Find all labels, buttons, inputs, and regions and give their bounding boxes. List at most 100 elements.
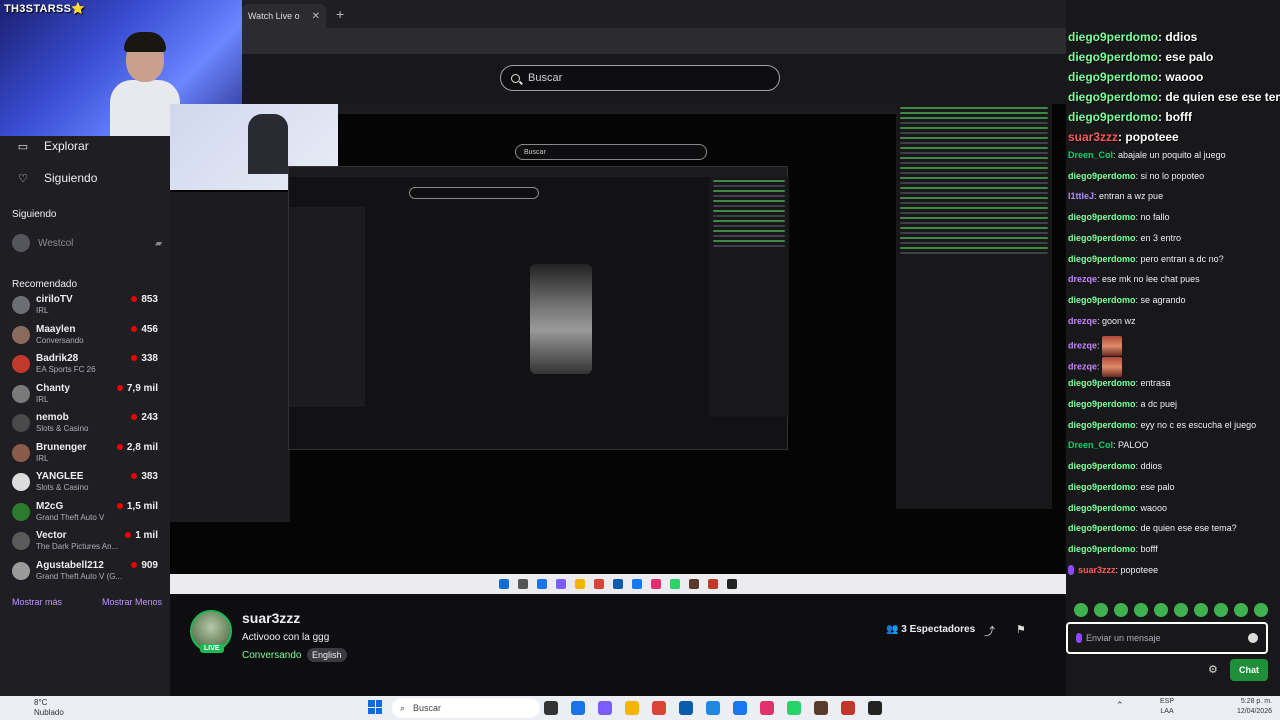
emote[interactable]: [1134, 603, 1148, 617]
emote[interactable]: [1114, 603, 1128, 617]
chat-username[interactable]: Dreen_Col: [1068, 150, 1113, 160]
taskbar-search[interactable]: ⌕ Buscar: [392, 698, 540, 718]
chat-username[interactable]: diego9perdomo: [1068, 523, 1136, 533]
chat-text: bofff: [1165, 110, 1193, 124]
whatsapp-icon[interactable]: [787, 701, 801, 715]
stream-category[interactable]: Conversando: [242, 650, 301, 661]
app-icon[interactable]: [841, 701, 855, 715]
chat-username[interactable]: diego9perdomo: [1068, 254, 1136, 264]
chat-username[interactable]: diego9perdomo: [1068, 503, 1136, 513]
chat-send-button[interactable]: Chat: [1230, 659, 1268, 681]
obs-icon[interactable]: [868, 701, 882, 715]
captured-taskbar: [170, 574, 1066, 594]
discord-icon[interactable]: [598, 701, 612, 715]
task-view-icon[interactable]: [544, 701, 558, 715]
chat-username[interactable]: diego9perdomo: [1068, 482, 1136, 492]
recommended-channel[interactable]: Maaylen Conversando 456: [12, 323, 162, 347]
recommended-channel[interactable]: YANGLEE Slots & Casino 383: [12, 470, 162, 494]
chat-username[interactable]: drezqe: [1068, 362, 1097, 372]
channel-game: Slots & Casino: [36, 483, 89, 492]
channel-name: Badrik28: [36, 353, 79, 364]
chat-text: popoteee: [1120, 564, 1159, 575]
followed-channel[interactable]: Westcol ▰: [12, 234, 162, 252]
chat-username[interactable]: diego9perdomo: [1068, 50, 1158, 64]
share-icon[interactable]: ⤴: [984, 623, 995, 639]
chat-username[interactable]: l1ttleJ: [1068, 191, 1094, 201]
app-icon[interactable]: [814, 701, 828, 715]
nested-tabbar-2: [289, 167, 787, 177]
chat-username[interactable]: diego9perdomo: [1068, 461, 1136, 471]
bell-icon[interactable]: ⚑: [1016, 623, 1026, 636]
address-bar[interactable]: [242, 28, 1066, 54]
close-tab-icon[interactable]: ✕: [312, 11, 320, 22]
streamer-name[interactable]: suar3zzz: [242, 610, 300, 626]
chat-username[interactable]: suar3zzz: [1078, 565, 1116, 575]
video-player[interactable]: Buscar: [170, 104, 1066, 594]
gear-icon[interactable]: ⚙: [1208, 663, 1218, 676]
clock-date: 12/04/2026: [1236, 708, 1272, 715]
emote[interactable]: [1194, 603, 1208, 617]
chat-username[interactable]: suar3zzz: [1068, 130, 1118, 144]
recommended-channel[interactable]: nemob Slots & Casino 243: [12, 411, 162, 435]
recommended-channel[interactable]: Chanty IRL 7,9 mil: [12, 382, 162, 406]
chat-username[interactable]: diego9perdomo: [1068, 420, 1136, 430]
weather-widget[interactable]: 8°C Nublado: [34, 696, 64, 718]
show-less-link[interactable]: Mostrar Menos: [102, 597, 162, 607]
nav-explore[interactable]: ▭ Explorar: [16, 139, 89, 153]
chat-username[interactable]: diego9perdomo: [1068, 399, 1136, 409]
windows-start-icon[interactable]: [368, 700, 382, 714]
emote[interactable]: [1074, 603, 1088, 617]
emote[interactable]: [1254, 603, 1268, 617]
nested-search: Buscar: [515, 144, 707, 160]
emote[interactable]: [1234, 603, 1248, 617]
emote[interactable]: [1154, 603, 1168, 617]
recommended-channel[interactable]: Badrik28 EA Sports FC 26 338: [12, 352, 162, 376]
chat-username[interactable]: diego9perdomo: [1068, 90, 1158, 104]
chat-username[interactable]: diego9perdomo: [1068, 233, 1136, 243]
chat-input[interactable]: Enviar un mensaje: [1066, 622, 1268, 654]
chat-username[interactable]: diego9perdomo: [1068, 30, 1158, 44]
chat-username[interactable]: drezqe: [1068, 274, 1097, 284]
chat-username[interactable]: diego9perdomo: [1068, 212, 1136, 222]
instagram-icon[interactable]: [760, 701, 774, 715]
emoji-icon[interactable]: [1248, 633, 1258, 643]
taskbar-app-icons: [544, 701, 882, 715]
chat-username[interactable]: diego9perdomo: [1068, 70, 1158, 84]
nav-following[interactable]: ♡ Siguiendo: [16, 171, 97, 185]
emote[interactable]: [1174, 603, 1188, 617]
lang-secondary: LAA: [1160, 708, 1174, 715]
chrome-icon[interactable]: [652, 701, 666, 715]
recommended-channel[interactable]: Brunenger IRL 2,8 mil: [12, 441, 162, 465]
clock[interactable]: 5:28 p. m. 12/04/2026: [1224, 697, 1272, 717]
recommended-channel[interactable]: Vector The Dark Pictures An... 1 mil: [12, 529, 162, 553]
mail-icon[interactable]: [706, 701, 720, 715]
mic-icon[interactable]: [1076, 633, 1082, 643]
new-tab-icon[interactable]: +: [336, 6, 344, 22]
search-input[interactable]: Buscar: [500, 65, 780, 91]
tray-chevron-icon[interactable]: ⌃: [1116, 700, 1124, 711]
show-more-link[interactable]: Mostrar más: [12, 597, 62, 607]
recommended-channel[interactable]: Agustabell212 Grand Theft Auto V (G... 909: [12, 559, 162, 583]
chat-username[interactable]: diego9perdomo: [1068, 378, 1136, 388]
folder-icon[interactable]: [625, 701, 639, 715]
channel-game: Grand Theft Auto V (G...: [36, 571, 123, 581]
language-indicator[interactable]: ESP LAA: [1160, 697, 1174, 717]
chat-username[interactable]: Dreen_Col: [1068, 440, 1113, 450]
chat-username[interactable]: drezqe: [1068, 341, 1097, 351]
emote-bar[interactable]: [1074, 603, 1268, 617]
chat-username[interactable]: diego9perdomo: [1068, 110, 1158, 124]
recommended-channel[interactable]: ciriloTV IRL 853: [12, 293, 162, 317]
facebook-icon[interactable]: [733, 701, 747, 715]
chat-username[interactable]: diego9perdomo: [1068, 171, 1136, 181]
emote[interactable]: [1094, 603, 1108, 617]
browser-tab[interactable]: Watch Live o ✕: [242, 4, 326, 28]
recommended-channel[interactable]: M2cG Grand Theft Auto V 1,5 mil: [12, 500, 162, 524]
chat-username[interactable]: drezqe: [1068, 316, 1097, 326]
chat-message: diego9perdomo: waooo: [1066, 70, 1280, 84]
edge-icon[interactable]: [571, 701, 585, 715]
chat-username[interactable]: diego9perdomo: [1068, 544, 1136, 554]
stream-tag[interactable]: English: [307, 648, 347, 662]
chat-username[interactable]: diego9perdomo: [1068, 295, 1136, 305]
store-icon[interactable]: [679, 701, 693, 715]
emote[interactable]: [1214, 603, 1228, 617]
